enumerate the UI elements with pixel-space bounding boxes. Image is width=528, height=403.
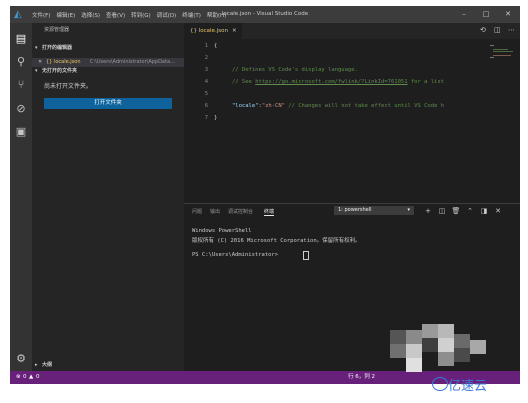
code-token-comment: // Changes will not take effect until VS… (285, 103, 444, 109)
chevron-up-icon[interactable]: ⌃ (464, 205, 476, 217)
code-line: "locale":"zh-CN" // Changes will not tak… (232, 103, 444, 109)
no-folder-message: 尚未打开文件夹。 (44, 83, 93, 90)
tab-problems[interactable]: 问题 (192, 208, 202, 215)
error-icon[interactable]: ⊗ (16, 371, 21, 384)
maximize-panel-icon[interactable]: ◨ (478, 205, 490, 217)
watermark-text: 亿速云 (448, 379, 488, 394)
line-number: 7 (204, 115, 208, 121)
code-line: // Defines VS Code's display language. (232, 67, 358, 73)
terminal-line: 版权所有 (C) 2016 Microsoft Corporation。保留所有… (192, 238, 361, 244)
maximize-icon[interactable]: □ (476, 6, 496, 23)
terminal-line: Windows PowerShell (192, 228, 252, 234)
warning-icon[interactable]: ▲ (29, 371, 33, 384)
more-actions-icon[interactable]: ⋯ (508, 26, 515, 34)
code-line: // See https://go.microsoft.com/fwlink/?… (232, 79, 444, 85)
tab-output[interactable]: 输出 (210, 208, 220, 215)
explorer-sidebar: 资源管理器 ▾ 打开的编辑器 ✕ {} locale.json C:\Users… (32, 23, 184, 371)
open-folder-button[interactable]: 打开文件夹 (44, 98, 172, 109)
warning-count[interactable]: 0 (36, 371, 40, 384)
line-number: 6 (204, 103, 208, 109)
tab-terminal[interactable]: 终端 (264, 208, 275, 216)
section-label: 大纲 (42, 362, 53, 368)
new-terminal-icon[interactable]: + (422, 205, 434, 217)
open-editor-item[interactable]: ✕ {} locale.json C:\Users\Administrator\… (32, 58, 184, 67)
sidebar-title: 资源管理器 (44, 27, 70, 33)
code-token-link[interactable]: https://go.microsoft.com/fwlink/?LinkId=… (255, 79, 407, 85)
section-no-folder[interactable]: ▾ 无打开的文件夹 (32, 67, 184, 76)
editor-area: {} locale.json ✕ ⟲ ◫ ⋯ 1 {2 3 // Defines VS… (184, 23, 520, 213)
code-token-suffix: for a list (407, 79, 444, 85)
code-token-key: "locale" (232, 103, 259, 109)
line-number: 1 (204, 43, 208, 49)
section-outline[interactable]: ▸ 大纲 (32, 361, 184, 370)
close-icon[interactable]: ✕ (38, 58, 42, 67)
split-terminal-icon[interactable]: ◫ (436, 205, 448, 217)
activity-bar: ▤ ⚲ ⑂ ⊘ ▣ ⚙ (10, 23, 32, 371)
terminal-select-value: 1: powershell (338, 207, 372, 213)
tab-label: {} locale.json (190, 28, 228, 34)
section-label: 无打开的文件夹 (42, 68, 78, 74)
search-icon[interactable]: ⚲ (13, 54, 29, 70)
section-label: 打开的编辑器 (42, 45, 73, 51)
editor-tabs: {} locale.json ✕ ⟲ ◫ ⋯ (184, 23, 520, 39)
line-number: 5 (204, 91, 208, 97)
open-editor-path: C:\Users\Administrator\AppData... (90, 59, 175, 65)
code-token-value: "zh-CN" (261, 103, 285, 109)
watermark-logo-icon (432, 377, 448, 391)
line-number: 2 (204, 55, 208, 61)
code-line: } (214, 115, 218, 121)
chevron-down-icon: ▾ (35, 68, 38, 74)
chevron-right-icon: ▸ (35, 362, 38, 368)
code-token-prefix: // See (232, 79, 256, 85)
line-number: 3 (204, 67, 208, 73)
close-window-icon[interactable]: ✕ (498, 6, 518, 23)
terminal-line: PS C:\Users\Administrator> (192, 252, 279, 258)
close-panel-icon[interactable]: ✕ (492, 205, 504, 217)
mosaic-block (390, 324, 486, 372)
close-icon[interactable]: ✕ (232, 23, 237, 39)
error-count[interactable]: 0 (23, 371, 27, 384)
window-title: locale.json - Visual Studio Code (221, 11, 309, 17)
settings-gear-icon[interactable]: ⚙ (13, 351, 29, 367)
cursor-position[interactable]: 行 6，列 2 (348, 371, 375, 384)
tab-locale-json[interactable]: {} locale.json ✕ (184, 23, 242, 39)
tab-debug-console[interactable]: 调试控制台 (228, 208, 253, 215)
chevron-down-icon: ▾ (407, 207, 410, 213)
minimize-icon[interactable]: – (454, 6, 474, 23)
terminal-cursor (303, 251, 309, 260)
terminal-select[interactable]: 1: powershell ▾ (334, 206, 414, 215)
open-editor-label: {} locale.json (46, 59, 81, 65)
line-number: 4 (204, 79, 208, 85)
section-open-editors[interactable]: ▾ 打开的编辑器 (32, 44, 184, 53)
title-bar: ◭ 文件(F) 编辑(E) 选择(S) 查看(V) 转到(G) 调试(D) 终端(T) 帮助(… (10, 6, 520, 23)
split-editor-icon[interactable]: ◫ (494, 26, 501, 34)
source-control-icon[interactable]: ⑂ (13, 77, 29, 93)
files-icon[interactable]: ▤ (13, 31, 29, 47)
code-line: { (214, 43, 218, 49)
debug-icon[interactable]: ⊘ (13, 101, 29, 117)
minimap[interactable] (490, 43, 514, 67)
split-diff-icon[interactable]: ⟲ (480, 26, 486, 34)
extensions-icon[interactable]: ▣ (13, 124, 29, 140)
chevron-down-icon: ▾ (35, 45, 38, 51)
trash-icon[interactable]: 🗑 (450, 205, 462, 217)
